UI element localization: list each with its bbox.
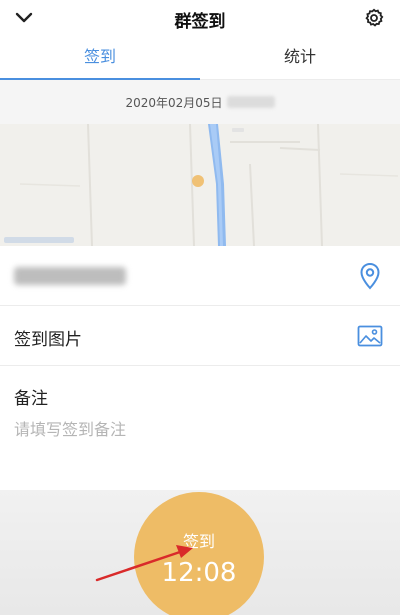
redacted-text xyxy=(226,96,275,108)
tab-statistics[interactable]: 统计 xyxy=(200,36,400,79)
map-graphic xyxy=(0,124,400,246)
location-row[interactable] xyxy=(0,246,400,306)
image-icon[interactable] xyxy=(356,322,384,350)
photo-label: 签到图片 xyxy=(14,330,82,350)
bottom-panel: 签到 12:08 xyxy=(0,490,400,615)
note-section[interactable]: 备注 请填写签到备注 xyxy=(0,366,400,490)
tab-checkin[interactable]: 签到 xyxy=(0,36,200,80)
tab-bar: 签到 统计 xyxy=(0,36,400,80)
gear-icon[interactable] xyxy=(362,6,386,30)
redacted-location-text xyxy=(14,267,126,285)
note-input[interactable]: 请填写签到备注 xyxy=(14,416,126,440)
header-bar: 群签到 xyxy=(0,0,400,36)
date-row: 2020年02月05日 xyxy=(0,80,400,124)
photo-row[interactable]: 签到图片 xyxy=(0,306,400,366)
map-view[interactable] xyxy=(0,124,400,246)
checkin-date: 2020年02月05日 xyxy=(125,95,223,110)
checkin-button[interactable]: 签到 12:08 xyxy=(134,492,264,615)
page-title: 群签到 xyxy=(174,12,226,32)
checkin-time: 12:08 xyxy=(161,558,237,588)
note-label: 备注 xyxy=(14,389,48,409)
location-pin-icon[interactable] xyxy=(356,262,384,290)
checkin-button-label: 签到 xyxy=(182,532,215,551)
